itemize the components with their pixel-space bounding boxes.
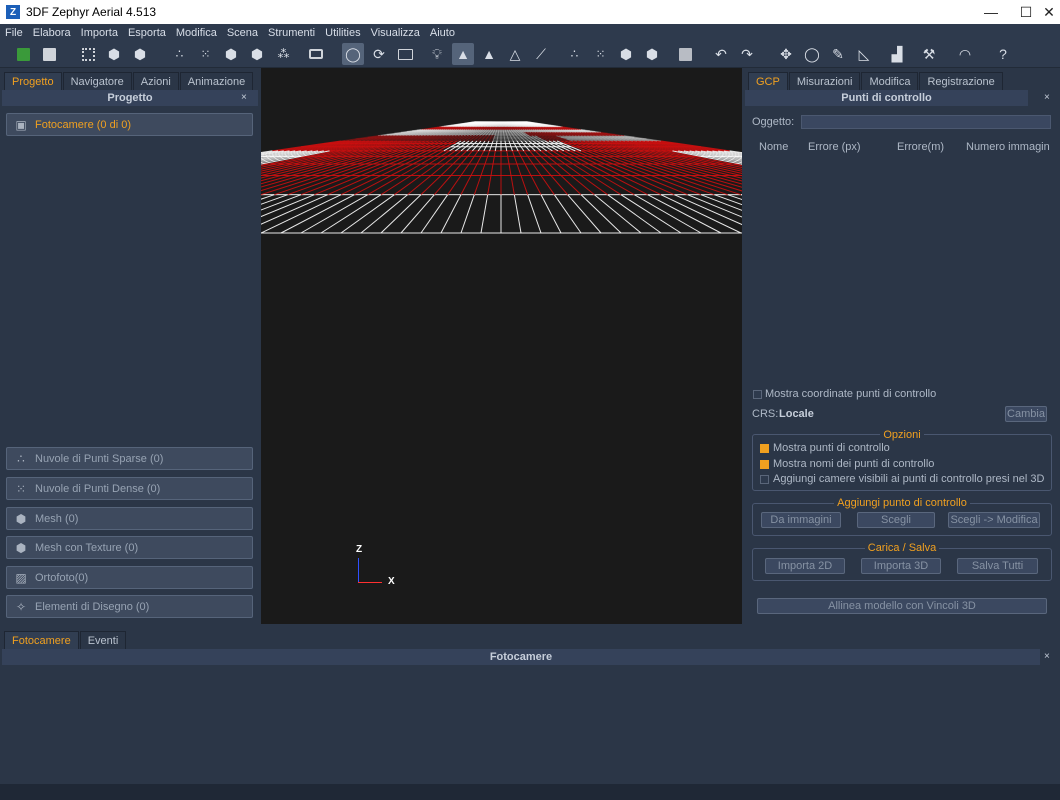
title-bar: Z 3DF Zephyr Aerial 4.513 — ☐ ✕ xyxy=(0,0,1060,24)
orthophoto-icon: ▨ xyxy=(15,570,27,585)
ruler-icon[interactable]: ◺ xyxy=(853,43,875,65)
left-tabs: Progetto Navigatore Azioni Animazione xyxy=(4,72,254,90)
points-icon[interactable]: ∴ xyxy=(563,43,585,65)
mask-icon[interactable]: ◠ xyxy=(954,43,976,65)
sparse-cloud-icon: ∴ xyxy=(17,451,25,466)
cube-texture-icon[interactable]: ⬢ xyxy=(641,43,663,65)
sparse-cloud-icon[interactable]: ∴ xyxy=(168,43,190,65)
chart-icon[interactable]: ▟ xyxy=(886,43,908,65)
textured-mesh-icon[interactable]: ⬢ xyxy=(246,43,268,65)
window-title: 3DF Zephyr Aerial 4.513 xyxy=(26,5,157,19)
minimize-button[interactable]: — xyxy=(968,0,1014,24)
item-dense-cloud[interactable]: ⁙ Nuvole di Punti Dense (0) xyxy=(6,477,253,500)
triangle-icon[interactable]: ▲ xyxy=(478,43,500,65)
item-label: Mesh (0) xyxy=(35,512,79,525)
points-dense-icon[interactable]: ⁙ xyxy=(589,43,611,65)
box-icon[interactable]: ⬢ xyxy=(103,43,125,65)
item-orthophoto[interactable]: ▨ Ortofoto(0) xyxy=(6,566,253,589)
image-icon[interactable] xyxy=(394,43,416,65)
mesh-icon[interactable]: ⬢ xyxy=(220,43,242,65)
tab-progetto[interactable]: Progetto xyxy=(4,72,62,90)
cube-icon[interactable]: ⬢ xyxy=(129,43,151,65)
menu-aiuto[interactable]: Aiuto xyxy=(425,27,460,39)
tab-azioni[interactable]: Azioni xyxy=(132,72,179,90)
redo-icon[interactable]: ↷ xyxy=(736,43,758,65)
item-drawing[interactable]: ✧ Elementi di Disegno (0) xyxy=(6,595,253,618)
mesh-icon: ⬢ xyxy=(15,511,27,526)
item-label: Nuvole di Punti Sparse (0) xyxy=(35,452,164,465)
brush-icon[interactable]: ⟋ xyxy=(530,43,552,65)
drawing-icon: ✧ xyxy=(15,599,27,614)
tab-navigatore[interactable]: Navigatore xyxy=(62,72,132,90)
item-textured-mesh[interactable]: ⬢ Mesh con Texture (0) xyxy=(6,536,253,559)
filter-icon[interactable]: ⁂ xyxy=(272,43,294,65)
app-logo-icon: Z xyxy=(6,5,20,19)
item-label: Mesh con Texture (0) xyxy=(35,541,139,554)
help-icon[interactable]: ? xyxy=(992,43,1014,65)
undo-icon[interactable]: ↶ xyxy=(710,43,732,65)
dense-cloud-icon: ⁙ xyxy=(15,481,27,496)
tool-icon[interactable]: ⚒ xyxy=(918,43,940,65)
camera-icon[interactable] xyxy=(305,43,327,65)
lasso-icon[interactable]: ◯ xyxy=(801,43,823,65)
menu-utilities[interactable]: Utilities xyxy=(320,27,365,39)
triangle-solid-icon[interactable]: ▲ xyxy=(452,43,474,65)
menu-visualizza[interactable]: Visualizza xyxy=(366,27,425,39)
pen-icon[interactable]: ✎ xyxy=(827,43,849,65)
ground-grid xyxy=(261,121,742,234)
dense-cloud-icon[interactable]: ⁙ xyxy=(194,43,216,65)
square-icon[interactable] xyxy=(674,43,696,65)
item-mesh[interactable]: ⬢ Mesh (0) xyxy=(6,507,253,530)
3d-viewport[interactable]: Z X xyxy=(261,68,742,624)
textured-mesh-icon: ⬢ xyxy=(15,540,27,555)
orbit-icon[interactable]: ◯ xyxy=(342,43,364,65)
menu-scena[interactable]: Scena xyxy=(222,27,263,39)
select-icon[interactable] xyxy=(77,43,99,65)
maximize-button[interactable]: ☐ xyxy=(1014,0,1038,24)
rotate-icon[interactable]: ⟳ xyxy=(368,43,390,65)
item-label: Nuvole di Punti Dense (0) xyxy=(35,482,161,495)
menu-importa[interactable]: Importa xyxy=(76,27,123,39)
item-label: Elementi di Disegno (0) xyxy=(35,600,150,613)
item-sparse-cloud[interactable]: ∴ Nuvole di Punti Sparse (0) xyxy=(6,447,253,470)
camera-icon: ▣ xyxy=(15,117,27,132)
light-icon[interactable]: 💡︎ xyxy=(426,43,448,65)
save-icon[interactable] xyxy=(38,43,60,65)
item-label: Ortofoto(0) xyxy=(35,571,89,584)
toolbar: ⬢ ⬢ ∴ ⁙ ⬢ ⬢ ⁂ ◯ ⟳ 💡︎ ▲ ▲ △ ⟋ ∴ ⁙ ⬢ ⬢ ↶ ↷… xyxy=(0,41,1060,68)
new-project-icon[interactable] xyxy=(12,43,34,65)
left-panel-title: Progetto xyxy=(2,90,258,106)
menu-elabora[interactable]: Elabora xyxy=(28,27,76,39)
close-button[interactable]: ✕ xyxy=(1038,0,1060,24)
menu-file[interactable]: File xyxy=(0,27,28,39)
item-label: Fotocamere (0 di 0) xyxy=(35,118,131,131)
cube-solid-icon[interactable]: ⬢ xyxy=(615,43,637,65)
transform-icon[interactable]: ✥ xyxy=(775,43,797,65)
tab-animazione[interactable]: Animazione xyxy=(179,72,254,90)
menu-bar: File Elabora Importa Esporta Modifica Sc… xyxy=(0,24,1060,41)
menu-esporta[interactable]: Esporta xyxy=(123,27,171,39)
item-fotocamere[interactable]: ▣ Fotocamere (0 di 0) xyxy=(6,113,253,136)
triangle-wire-icon[interactable]: △ xyxy=(504,43,526,65)
menu-strumenti[interactable]: Strumenti xyxy=(263,27,320,39)
menu-modifica[interactable]: Modifica xyxy=(171,27,222,39)
app-window: Z 3DF Zephyr Aerial 4.513 — ☐ ✕ File Ela… xyxy=(0,0,1060,800)
left-panel-close-icon[interactable]: × xyxy=(241,92,247,103)
